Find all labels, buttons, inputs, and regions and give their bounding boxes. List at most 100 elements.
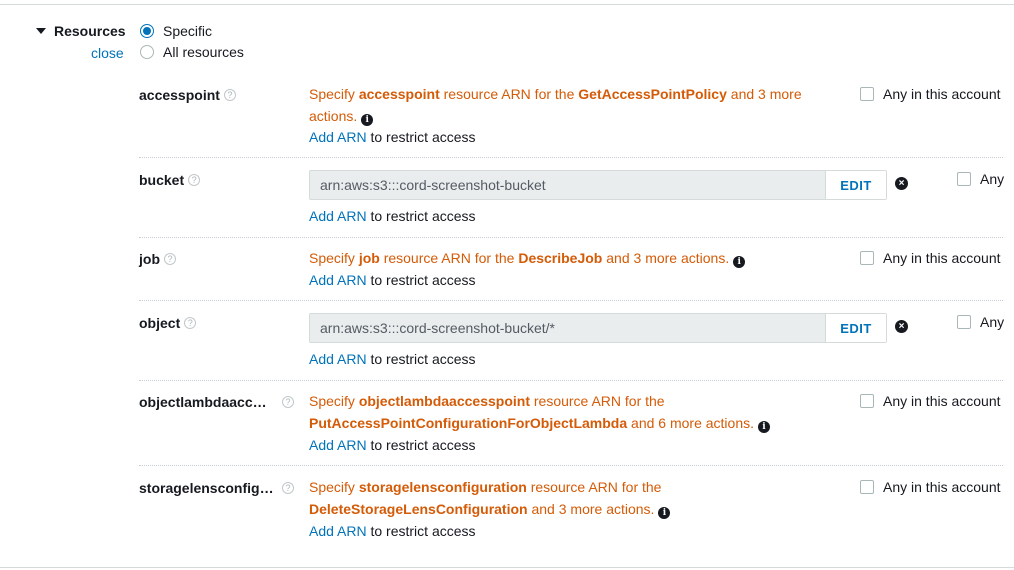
remove-icon[interactable]: × [895, 320, 908, 333]
warning-action: PutAccessPointConfigurationForObjectLamb… [309, 414, 628, 431]
radio-specific-label: Specific [163, 23, 213, 39]
warning-text: resource ARN for the [529, 393, 665, 409]
add-arn-row: Add ARN to restrict access [309, 523, 476, 539]
arn-value: arn:aws:s3:::cord-screenshot-bucket/* [320, 320, 555, 336]
any-in-account-checkbox[interactable]: Any in this account [860, 86, 1001, 102]
remove-icon[interactable]: × [895, 177, 908, 190]
any-checkbox[interactable]: Any [957, 314, 1004, 330]
resource-row-storagelensconfiguration: storagelensconfig… ? [139, 480, 294, 496]
resource-label: object [139, 315, 181, 331]
resource-warning: Specify storagelensconfiguration resourc… [309, 477, 839, 520]
help-icon[interactable]: ? [282, 482, 294, 494]
warning-text: and 3 more actions. [527, 500, 655, 517]
warning-resource: objectlambdaaccesspoint [358, 393, 530, 409]
radio-specific[interactable]: Specific [140, 23, 212, 39]
info-icon[interactable]: i [733, 256, 746, 268]
checkbox-icon[interactable] [860, 251, 874, 265]
resource-row-objectlambdaaccesspoint: objectlambdaacc… ? [139, 394, 294, 410]
info-icon[interactable]: i [658, 506, 671, 519]
warning-text: Specify [309, 479, 359, 495]
resource-warning: Specify job resource ARN for the Describ… [309, 248, 849, 270]
checkbox-label: Any in this account [883, 393, 1001, 409]
checkbox-label: Any in this account [883, 250, 1001, 266]
warning-resource: job [358, 250, 380, 266]
resource-warning: Specify objectlambdaaccesspoint resource… [309, 391, 839, 434]
warning-action: DescribeJob [518, 250, 603, 266]
resource-label: accesspoint [139, 87, 220, 103]
add-arn-link[interactable]: Add ARN [309, 437, 367, 453]
help-icon[interactable]: ? [188, 174, 201, 186]
edit-button[interactable]: EDIT [825, 314, 886, 342]
warning-text: resource ARN for the [439, 86, 579, 102]
warning-text: and 6 more actions. [627, 414, 754, 431]
warning-text: Specify [309, 250, 359, 266]
radio-unselected-icon[interactable] [140, 45, 154, 59]
any-checkbox[interactable]: Any [957, 171, 1004, 187]
row-divider [139, 157, 1003, 158]
add-arn-link[interactable]: Add ARN [309, 129, 367, 145]
arn-value: arn:aws:s3:::cord-screenshot-bucket [320, 177, 546, 193]
row-divider [139, 237, 1003, 238]
any-in-account-checkbox[interactable]: Any in this account [860, 250, 1001, 266]
help-icon[interactable]: ? [223, 89, 236, 101]
checkbox-label: Any in this account [883, 86, 1001, 102]
checkbox-icon[interactable] [860, 394, 874, 408]
resource-label: objectlambdaacc… [139, 394, 267, 410]
row-divider [139, 300, 1003, 301]
add-arn-row: Add ARN to restrict access [309, 129, 476, 145]
section-title: Resources [54, 23, 126, 39]
warning-action: GetAccessPointPolicy [578, 86, 727, 102]
add-arn-suffix: to restrict access [366, 523, 476, 539]
add-arn-row: Add ARN to restrict access [309, 351, 476, 367]
warning-text: resource ARN for the [526, 479, 662, 495]
edit-button[interactable]: EDIT [825, 171, 886, 199]
add-arn-link[interactable]: Add ARN [309, 208, 367, 224]
warning-text: Specify [309, 86, 359, 102]
warning-action: DeleteStorageLensConfiguration [309, 500, 528, 517]
help-icon[interactable]: ? [282, 396, 294, 408]
arn-field: arn:aws:s3:::cord-screenshot-bucket EDIT [309, 170, 887, 200]
resource-row-job: job ? [139, 251, 176, 267]
resource-label: bucket [139, 172, 185, 188]
bottom-divider [0, 567, 1014, 568]
top-divider [0, 4, 1014, 5]
any-in-account-checkbox[interactable]: Any in this account [860, 479, 1001, 495]
row-divider [139, 465, 1003, 466]
close-link[interactable]: close [91, 45, 124, 61]
add-arn-row: Add ARN to restrict access [309, 208, 476, 224]
checkbox-label: Any [980, 171, 1005, 187]
checkbox-icon[interactable] [860, 87, 874, 101]
any-in-account-checkbox[interactable]: Any in this account [860, 393, 1001, 409]
radio-all-resources[interactable]: All resources [140, 44, 244, 60]
checkbox-label: Any in this account [883, 479, 1001, 495]
resource-label: storagelensconfig… [139, 480, 274, 496]
add-arn-suffix: to restrict access [366, 129, 476, 145]
row-divider [139, 380, 1003, 381]
info-icon[interactable]: i [361, 113, 374, 126]
checkbox-icon[interactable] [860, 480, 874, 494]
resources-section-toggle[interactable]: Resources [36, 23, 126, 39]
add-arn-row: Add ARN to restrict access [309, 272, 476, 288]
resource-label: job [139, 251, 160, 267]
help-icon[interactable]: ? [164, 253, 176, 265]
add-arn-link[interactable]: Add ARN [309, 523, 367, 539]
warning-resource: accesspoint [358, 86, 440, 102]
add-arn-suffix: to restrict access [366, 272, 476, 288]
add-arn-row: Add ARN to restrict access [309, 437, 476, 453]
checkbox-icon[interactable] [957, 172, 971, 186]
resource-row-accesspoint: accesspoint ? [139, 87, 236, 103]
add-arn-suffix: to restrict access [366, 437, 476, 453]
add-arn-suffix: to restrict access [366, 208, 476, 224]
add-arn-link[interactable]: Add ARN [309, 272, 367, 288]
checkbox-label: Any [980, 314, 1005, 330]
warning-resource: storagelensconfiguration [358, 479, 527, 495]
add-arn-suffix: to restrict access [366, 351, 476, 367]
resource-row-object: object ? [139, 315, 197, 331]
arn-field: arn:aws:s3:::cord-screenshot-bucket/* ED… [309, 313, 887, 343]
radio-selected-icon[interactable] [140, 24, 154, 38]
info-icon[interactable]: i [758, 420, 770, 433]
radio-all-label: All resources [163, 44, 244, 60]
add-arn-link[interactable]: Add ARN [309, 351, 367, 367]
help-icon[interactable]: ? [184, 317, 197, 329]
checkbox-icon[interactable] [957, 315, 971, 329]
